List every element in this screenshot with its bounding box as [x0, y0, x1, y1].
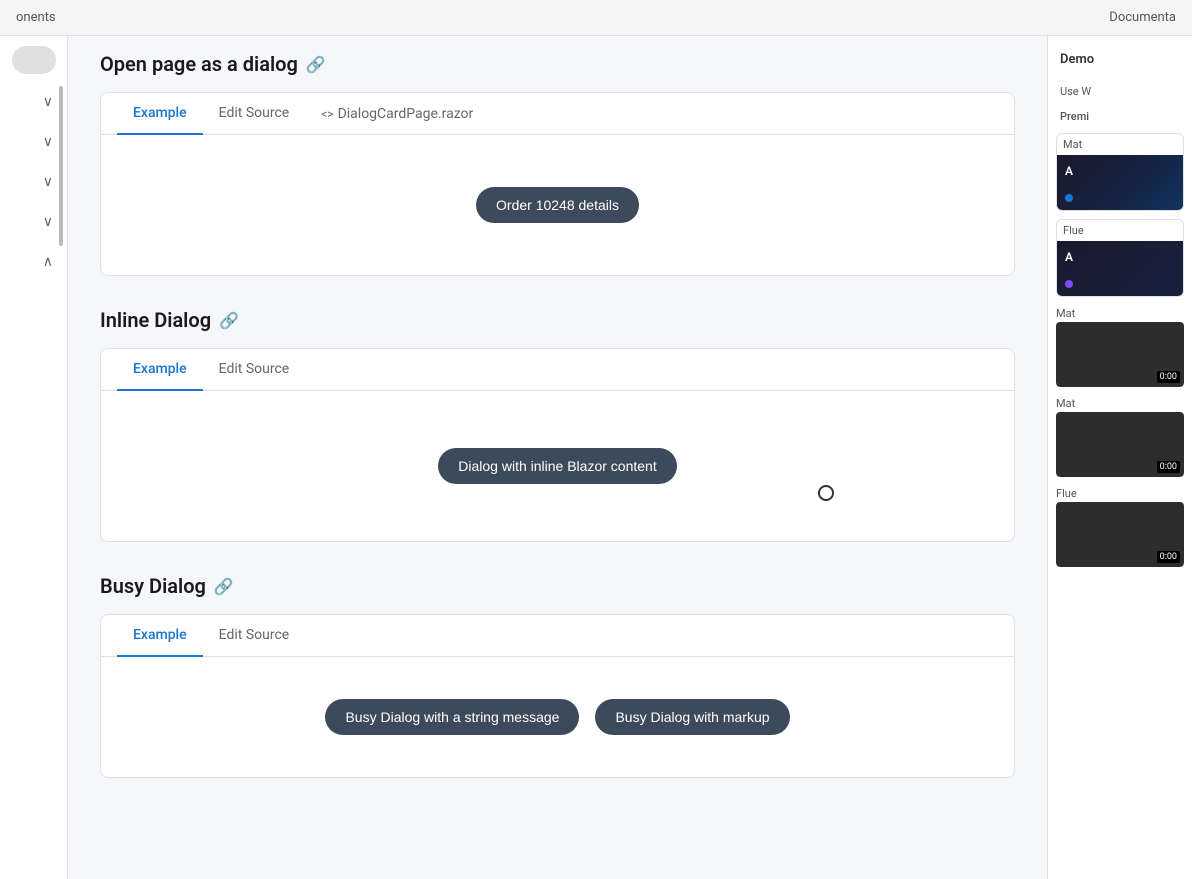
- cursor-indicator: [818, 485, 834, 501]
- tab-example-1[interactable]: Example: [117, 93, 203, 135]
- section-link-open-page[interactable]: 🔗: [306, 55, 326, 74]
- sidebar-toggle[interactable]: [12, 46, 56, 74]
- tab-file-1[interactable]: <> DialogCardPage.razor: [305, 94, 489, 134]
- file-name-1: DialogCardPage.razor: [338, 106, 474, 122]
- right-panel-thumbnail-3[interactable]: Flue 0:00: [1056, 485, 1184, 567]
- sidebar-item-2[interactable]: ∨: [6, 130, 61, 154]
- right-panel-thumb-label-3: Flue: [1056, 485, 1184, 502]
- tab-edit-source-1[interactable]: Edit Source: [203, 93, 306, 135]
- right-panel-thumb-label-1: Mat: [1056, 305, 1184, 322]
- inline-blazor-button[interactable]: Dialog with inline Blazor content: [438, 448, 676, 484]
- topbar-left: onents: [16, 10, 56, 25]
- sidebar-item-1[interactable]: ∨: [6, 90, 61, 114]
- sidebar-item-5[interactable]: ∧: [6, 250, 61, 274]
- purple-dot-1: [1065, 280, 1073, 288]
- topbar-right: Documenta: [1109, 10, 1176, 25]
- right-panel-premi: Premi: [1056, 108, 1184, 125]
- chevron-down-icon-4: ∨: [43, 214, 53, 230]
- chevron-down-icon-3: ∨: [43, 174, 53, 190]
- time-badge-1: 0:00: [1157, 371, 1180, 383]
- tab-edit-source-3[interactable]: Edit Source: [203, 615, 306, 657]
- chevron-down-icon-2: ∨: [43, 134, 53, 150]
- right-panel-flue-text-1: A: [1065, 250, 1073, 264]
- right-panel-thumb-label-2: Mat: [1056, 395, 1184, 412]
- section-title-open-page: Open page as a dialog: [100, 52, 298, 76]
- section-title-busy: Busy Dialog: [100, 574, 206, 598]
- right-panel-thumbnail-2[interactable]: Mat 0:00: [1056, 395, 1184, 477]
- right-panel-thumbnail-1[interactable]: Mat 0:00: [1056, 305, 1184, 387]
- right-panel-mat-label-1: Mat: [1057, 134, 1183, 155]
- busy-dialog-markup-button[interactable]: Busy Dialog with markup: [595, 699, 789, 735]
- sidebar-item-3[interactable]: ∨: [6, 170, 61, 194]
- right-panel-mat-card-1[interactable]: Mat A: [1056, 133, 1184, 211]
- busy-dialog-string-button[interactable]: Busy Dialog with a string message: [325, 699, 579, 735]
- section-link-inline[interactable]: 🔗: [219, 311, 239, 330]
- time-badge-2: 0:00: [1157, 461, 1180, 473]
- section-link-busy[interactable]: 🔗: [214, 577, 234, 596]
- sidebar-item-4[interactable]: ∨: [6, 210, 61, 234]
- sidebar-scrollbar: [59, 86, 63, 246]
- right-panel-header: Demo: [1056, 48, 1184, 75]
- time-badge-3: 0:00: [1157, 551, 1180, 563]
- code-brackets-icon-1: <>: [321, 107, 333, 121]
- tab-edit-source-2[interactable]: Edit Source: [203, 349, 306, 391]
- order-details-button[interactable]: Order 10248 details: [476, 187, 639, 223]
- right-panel-use-w: Use W: [1056, 83, 1184, 100]
- right-panel-flue-label-1: Flue: [1057, 220, 1183, 241]
- right-panel-mat-text-1: A: [1065, 164, 1073, 178]
- right-panel-flue-card-1[interactable]: Flue A: [1056, 219, 1184, 297]
- chevron-up-icon: ∧: [43, 254, 53, 270]
- blue-dot-1: [1065, 194, 1073, 202]
- tab-example-2[interactable]: Example: [117, 349, 203, 391]
- section-title-inline: Inline Dialog: [100, 308, 211, 332]
- chevron-down-icon-1: ∨: [43, 94, 53, 110]
- tab-example-3[interactable]: Example: [117, 615, 203, 657]
